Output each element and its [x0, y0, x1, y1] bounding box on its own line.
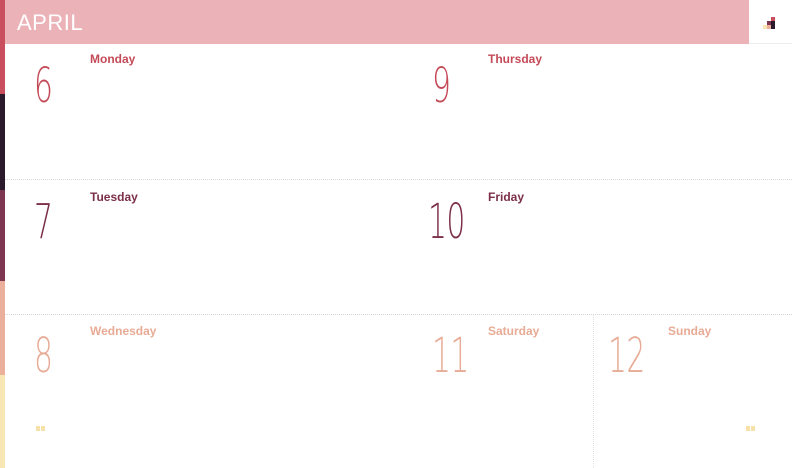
more-dots-icon[interactable]: [746, 426, 756, 432]
header-corner[interactable]: [749, 0, 792, 44]
day-number-tuesday[interactable]: 7: [34, 198, 53, 246]
month-header: APRIL: [5, 0, 749, 44]
more-dots-icon[interactable]: [36, 426, 46, 432]
day-name-thursday[interactable]: Thursday: [488, 52, 542, 66]
day-number-thursday[interactable]: 9: [432, 62, 451, 110]
month-title: APRIL: [17, 10, 84, 35]
day-name-saturday[interactable]: Saturday: [488, 324, 539, 338]
day-number-wednesday[interactable]: 8: [34, 332, 53, 380]
day-name-monday[interactable]: Monday: [90, 52, 135, 66]
row-divider-1: [5, 179, 792, 180]
day-name-sunday[interactable]: Sunday: [668, 324, 711, 338]
color-stripe-5: [0, 375, 5, 468]
day-number-monday[interactable]: 6: [34, 62, 53, 110]
color-stripe-3: [0, 190, 5, 281]
app-logo-icon[interactable]: [763, 17, 777, 29]
day-name-wednesday[interactable]: Wednesday: [90, 324, 156, 338]
day-name-tuesday[interactable]: Tuesday: [90, 190, 138, 204]
row-divider-2: [5, 314, 792, 315]
color-stripe-4: [0, 281, 5, 375]
day-number-saturday[interactable]: 11: [432, 332, 469, 380]
color-stripe-2: [0, 94, 5, 190]
day-number-friday[interactable]: 10: [428, 198, 465, 246]
weekend-divider: [593, 315, 594, 468]
day-number-sunday[interactable]: 12: [608, 332, 645, 380]
day-name-friday[interactable]: Friday: [488, 190, 524, 204]
